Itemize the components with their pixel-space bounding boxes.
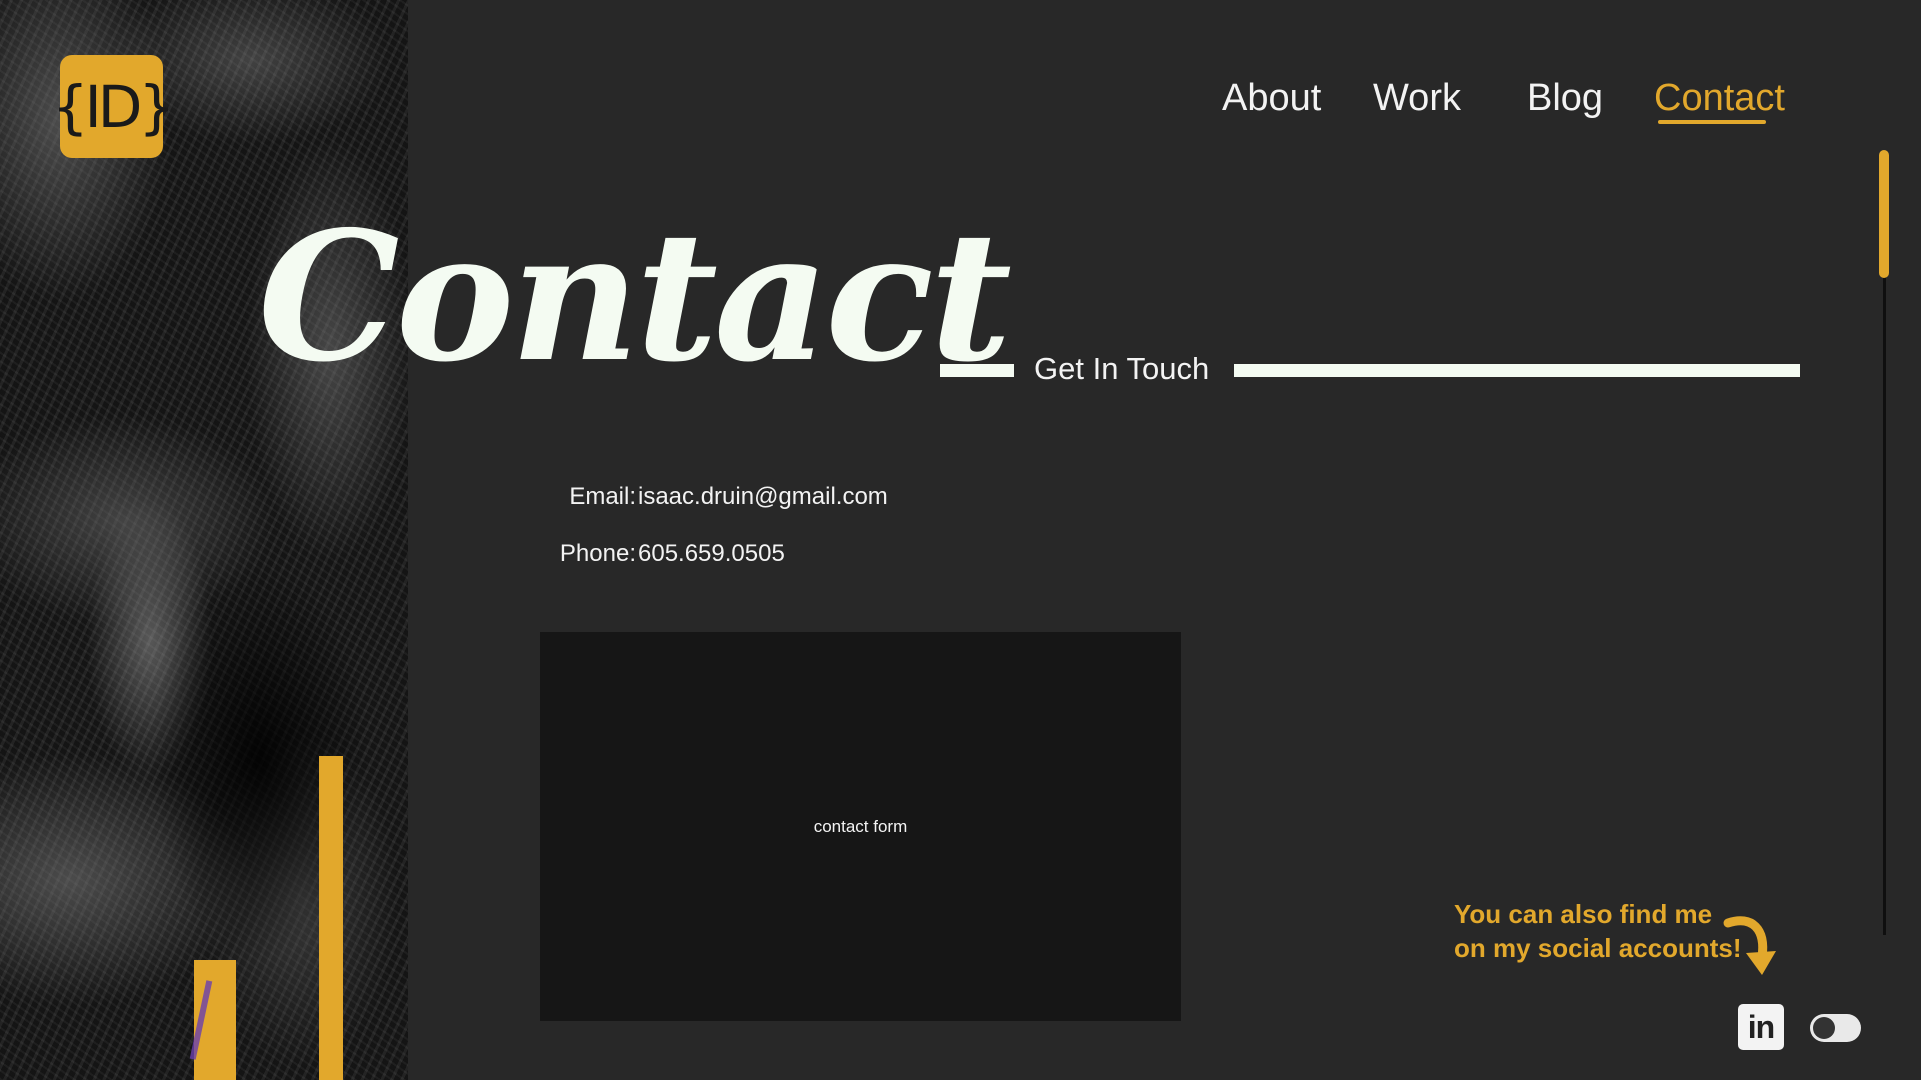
contact-form[interactable]: contact form xyxy=(540,632,1181,1021)
curved-arrow-icon xyxy=(1723,916,1776,975)
title-rule-long xyxy=(1234,364,1800,377)
theme-toggle-icon[interactable] xyxy=(1810,1014,1861,1042)
contact-form-placeholder: contact form xyxy=(813,816,908,836)
email-label: Email: xyxy=(569,483,636,510)
logo-icon[interactable]: {ID} xyxy=(52,55,175,158)
scrollbar-thumb[interactable] xyxy=(1879,150,1889,278)
logo-text: {ID} xyxy=(51,72,176,141)
social-note: You can also find me on my social accoun… xyxy=(1454,897,1742,965)
phone-link[interactable]: 605.659.0505 xyxy=(638,536,785,572)
main-nav: About Work Blog Contact xyxy=(1200,74,1800,134)
page-subtitle: Get In Touch xyxy=(1034,351,1210,386)
social-note-line-2: on my social accounts! xyxy=(1454,933,1742,963)
side-texture-panel xyxy=(0,0,408,1080)
phone-label: Phone: xyxy=(559,540,636,567)
email-link[interactable]: isaac.druin@gmail.com xyxy=(638,479,888,515)
phone-row: Phone: 605.659.0505 xyxy=(520,536,1020,572)
contact-page: {ID} About Work Blog Contact Contact Get… xyxy=(0,0,1921,1080)
gold-accent-bar-short xyxy=(194,960,236,1080)
nav-item-blog[interactable]: Blog xyxy=(1527,74,1603,122)
nav-item-contact[interactable]: Contact xyxy=(1654,74,1785,122)
nav-item-work[interactable]: Work xyxy=(1373,74,1461,122)
linkedin-glyph: in xyxy=(1747,1009,1775,1045)
gold-accent-bar-tall xyxy=(319,756,343,1080)
linkedin-icon[interactable]: in xyxy=(1738,1004,1784,1050)
toggle-knob xyxy=(1813,1017,1835,1039)
page-title: Contact xyxy=(258,192,1012,401)
nav-item-about[interactable]: About xyxy=(1222,74,1321,122)
nav-active-underline xyxy=(1658,120,1766,124)
title-rule-short xyxy=(940,364,1014,377)
email-row: Email: isaac.druin@gmail.com xyxy=(520,479,1020,515)
social-note-line-1: You can also find me xyxy=(1454,899,1713,929)
